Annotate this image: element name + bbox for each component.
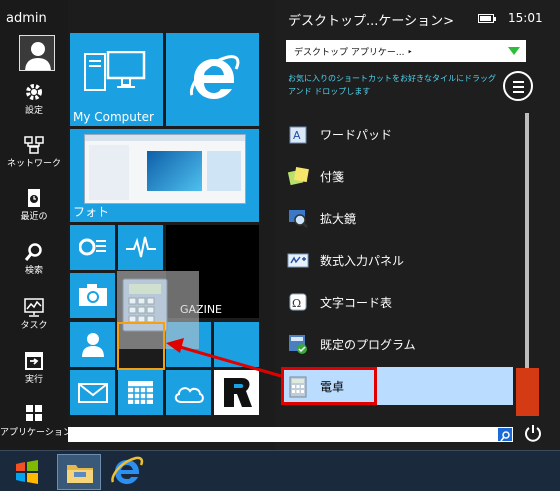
- search-input[interactable]: [68, 427, 513, 442]
- folder-icon: [67, 465, 93, 483]
- windows-start-icon[interactable]: [14, 459, 40, 485]
- drag-arrow: [166, 338, 282, 378]
- start-screen: admin 設定 ネットワーク 最近の 検索 タスク 実行 アプリケーション M…: [0, 0, 560, 491]
- search-button[interactable]: [498, 428, 512, 442]
- search-icon: [500, 431, 510, 442]
- taskbar-internet-explorer-icon[interactable]: [110, 455, 144, 489]
- taskbar: [0, 450, 560, 491]
- taskbar-file-explorer[interactable]: [57, 454, 101, 490]
